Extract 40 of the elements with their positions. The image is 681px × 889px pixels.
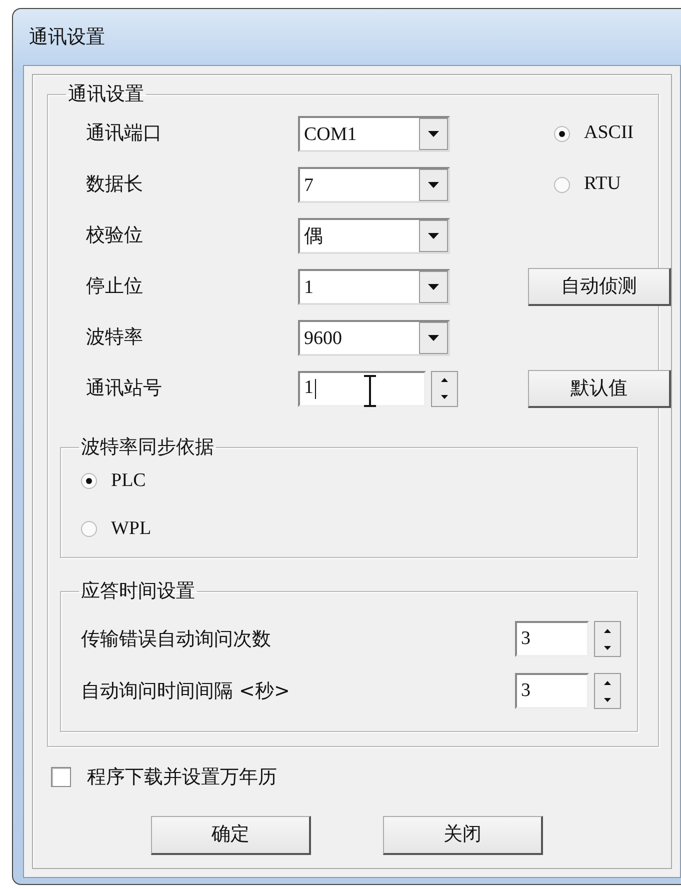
- radio-button[interactable]: PLC: [81, 457, 146, 505]
- field-label: 校验位: [85, 223, 144, 248]
- group-title: 通讯设置: [67, 85, 145, 104]
- field-label: 波特率: [85, 325, 144, 350]
- dialog-button[interactable]: 关闭: [383, 816, 543, 854]
- field-label: 自动询问时间间隔 <秒>: [81, 678, 290, 704]
- dropdown[interactable]: COM1: [298, 116, 450, 152]
- field-label: 数据长: [85, 172, 144, 198]
- dropdown[interactable]: 偶: [298, 218, 450, 254]
- window-title: 通讯设置: [29, 24, 105, 50]
- radio-button[interactable]: RTU: [554, 170, 671, 199]
- dropdown-arrow-icon: [428, 284, 439, 290]
- action-button[interactable]: 默认值: [528, 370, 671, 408]
- group-title: 波特率同步依据: [80, 438, 215, 457]
- dropdown-arrow-icon: [428, 130, 439, 136]
- group-title: 应答时间设置: [80, 582, 196, 601]
- spin-buttons[interactable]: [594, 621, 621, 657]
- action-button[interactable]: 自动侦测: [528, 268, 671, 306]
- checkbox[interactable]: [51, 767, 71, 788]
- field-label: 停止位: [85, 274, 144, 300]
- text-cursor-icon: [362, 374, 378, 406]
- checkbox-label: 程序下载并设置万年历: [87, 765, 277, 790]
- dropdown[interactable]: 1: [298, 268, 450, 304]
- number-field[interactable]: 3: [515, 621, 589, 657]
- radio-button[interactable]: WPL: [81, 505, 152, 553]
- spin-buttons[interactable]: [594, 673, 621, 709]
- dropdown[interactable]: 7: [298, 166, 450, 202]
- dropdown-arrow-icon: [428, 182, 439, 188]
- text-caret: [314, 378, 316, 398]
- dropdown[interactable]: 9600: [298, 320, 450, 356]
- radio-button[interactable]: ASCII: [554, 119, 671, 148]
- number-field[interactable]: 3: [515, 673, 589, 709]
- dropdown-arrow-icon: [428, 232, 439, 238]
- number-field[interactable]: 1: [298, 370, 426, 406]
- dropdown-arrow-icon: [428, 334, 439, 340]
- dialog-button[interactable]: 确定: [151, 816, 311, 854]
- spin-buttons[interactable]: [431, 370, 458, 406]
- field-label: 通讯端口: [85, 121, 163, 146]
- field-label: 通讯站号: [85, 376, 163, 402]
- field-label: 传输错误自动询问次数: [81, 626, 271, 652]
